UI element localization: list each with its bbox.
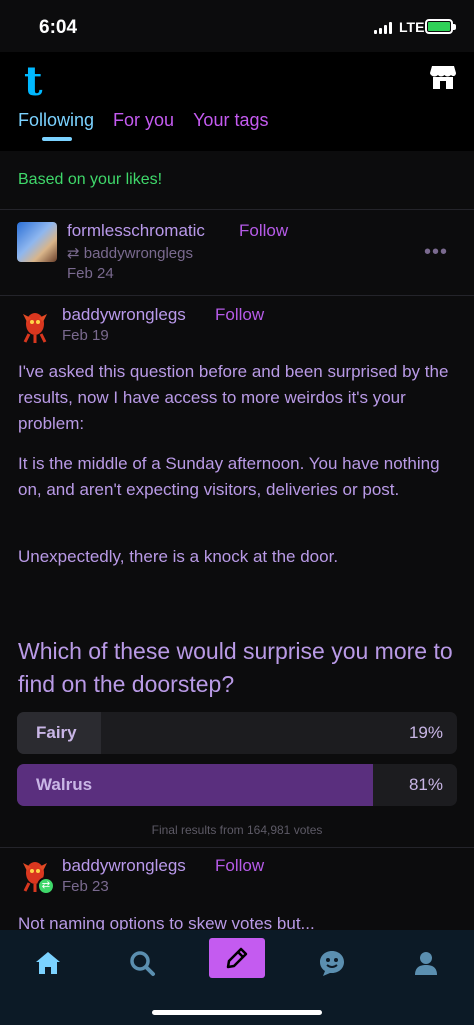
- network-label: LTE: [399, 19, 425, 35]
- poll-option-label: Walrus: [36, 775, 93, 794]
- post-date: Feb 24: [67, 265, 114, 282]
- poll-question: Which of these would surprise you more t…: [18, 638, 453, 697]
- signal-icon: [374, 22, 392, 34]
- home-icon: [36, 952, 60, 974]
- tab-following[interactable]: Following: [18, 110, 94, 141]
- compose-button[interactable]: [209, 938, 265, 978]
- search-icon: [130, 951, 155, 976]
- reblogged-from-user: baddywronglegs: [83, 245, 193, 262]
- feed[interactable]: Based on your likes! formlesschromatic F…: [0, 151, 474, 930]
- follow-button[interactable]: Follow: [215, 856, 264, 876]
- post-date: Feb 23: [62, 878, 109, 895]
- post-paragraph: I've asked this question before and been…: [18, 362, 449, 433]
- post-paragraph: It is the middle of a Sunday afternoon. …: [18, 454, 440, 499]
- poll-option-fairy[interactable]: Fairy 19%: [17, 712, 457, 754]
- more-options-icon[interactable]: •••: [424, 241, 448, 264]
- poll-option-percent: 81%: [408, 775, 443, 794]
- post-paragraph: Not naming options to skew votes but...: [18, 914, 315, 930]
- app-header: t Following For you Your tags: [0, 52, 474, 151]
- reblog-icon: ⇄: [67, 245, 84, 262]
- bottom-nav: [0, 930, 474, 1025]
- home-indicator: [152, 1010, 322, 1015]
- nav-account[interactable]: [398, 943, 454, 983]
- poll-option-label: Fairy: [36, 723, 77, 742]
- divider: [0, 295, 474, 296]
- poll-results: Final results from 164,981 votes: [151, 823, 323, 837]
- avatar[interactable]: [17, 222, 57, 262]
- status-bar: 6:04 LTE: [0, 0, 474, 52]
- poll-option-walrus[interactable]: Walrus 81%: [17, 764, 457, 806]
- battery-icon: [425, 19, 456, 34]
- shop-icon[interactable]: [429, 64, 457, 90]
- recommendation-label: Based on your likes!: [18, 171, 163, 188]
- compose-icon: [226, 947, 248, 969]
- follow-button[interactable]: Follow: [215, 305, 264, 325]
- nav-home[interactable]: [20, 943, 76, 983]
- avatar[interactable]: [17, 308, 53, 344]
- nav-activity[interactable]: [304, 943, 360, 983]
- divider: [0, 847, 474, 848]
- status-time: 6:04: [39, 17, 78, 38]
- poll-option-percent: 19%: [408, 723, 443, 742]
- reblog-icon: ⇄: [37, 877, 55, 895]
- tumblr-logo[interactable]: t: [24, 58, 42, 105]
- reblogged-from[interactable]: ⇄ baddywronglegs: [67, 244, 193, 262]
- divider: [0, 209, 474, 210]
- account-icon: [415, 952, 437, 975]
- activity-icon: [320, 951, 344, 976]
- tab-for-you[interactable]: For you: [113, 110, 174, 131]
- post-username[interactable]: baddywronglegs: [62, 305, 186, 325]
- follow-button[interactable]: Follow: [239, 221, 288, 241]
- feed-tabs: Following For you Your tags: [18, 110, 268, 141]
- nav-search[interactable]: [114, 943, 170, 983]
- post-username[interactable]: baddywronglegs: [62, 856, 186, 876]
- post-paragraph: Unexpectedly, there is a knock at the do…: [18, 547, 339, 566]
- reblog-username[interactable]: formlesschromatic: [67, 221, 205, 241]
- tab-your-tags[interactable]: Your tags: [193, 110, 268, 131]
- post-date: Feb 19: [62, 327, 109, 344]
